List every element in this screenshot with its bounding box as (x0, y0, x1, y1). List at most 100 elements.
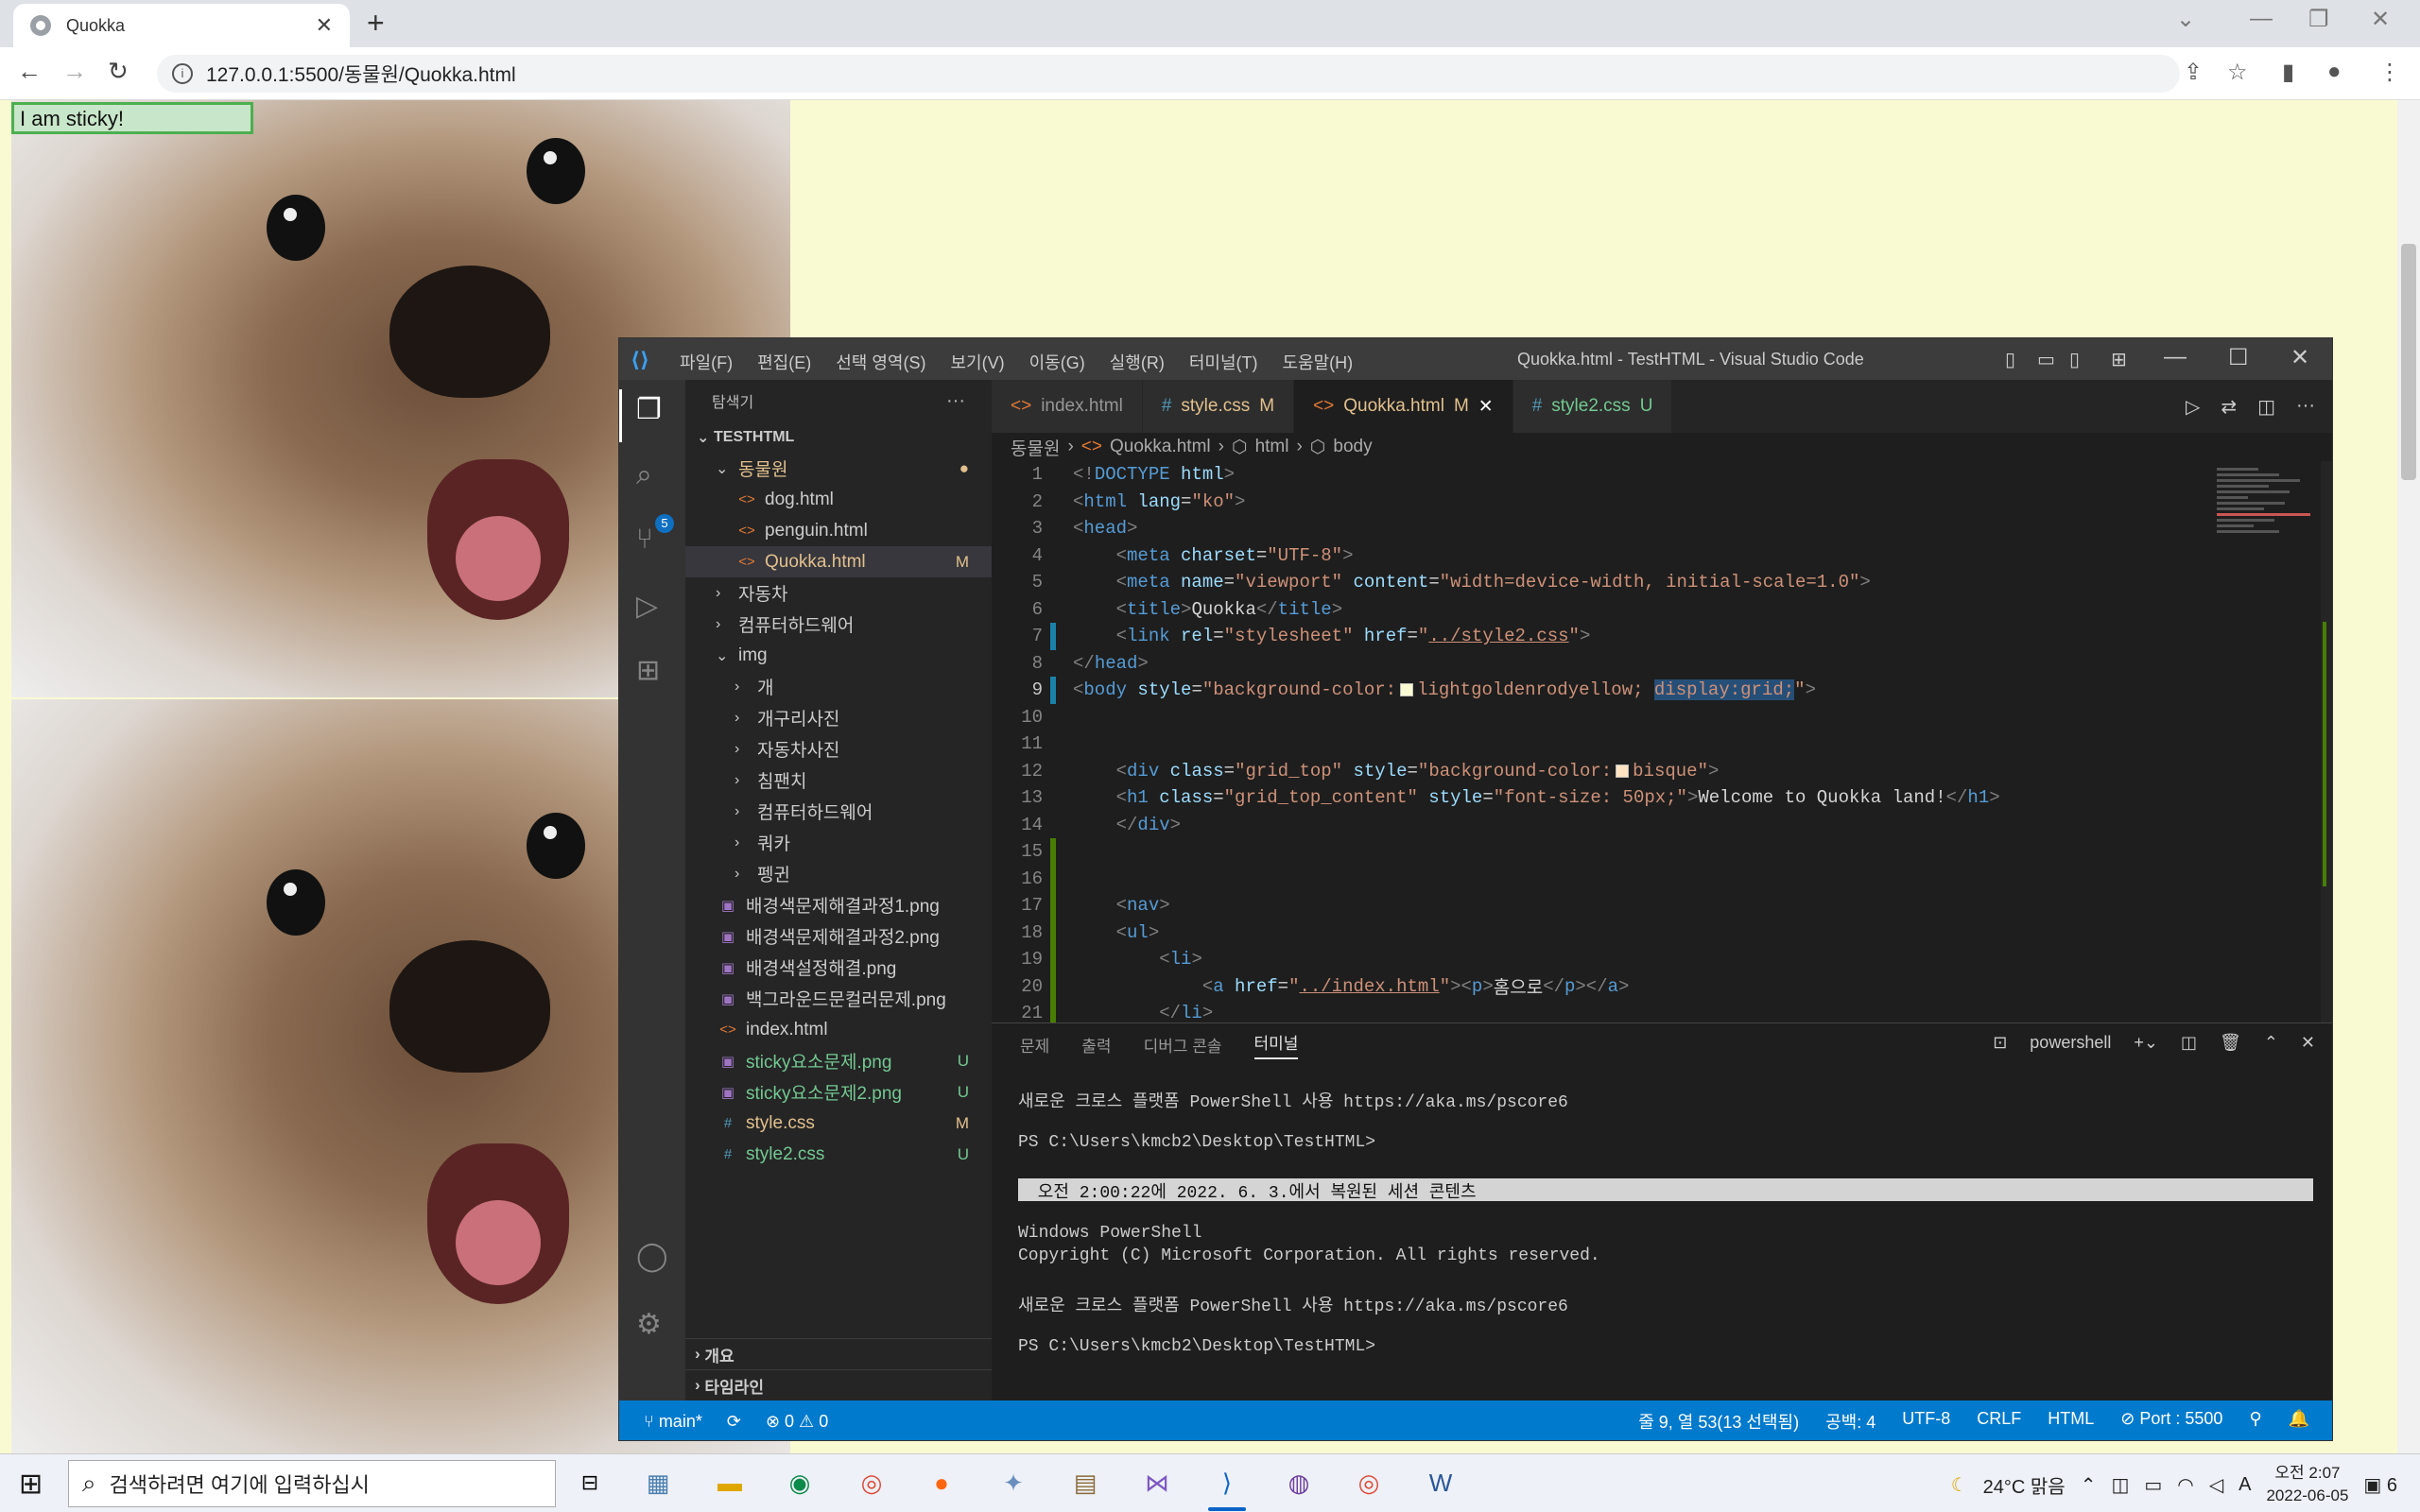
new-tab-button[interactable]: + (367, 6, 385, 41)
page-scrollbar[interactable] (2397, 100, 2420, 1453)
breadcrumb-item[interactable]: Quokka.html (1110, 437, 1211, 457)
tree-item[interactable]: <> index.html (685, 1014, 992, 1045)
tree-item[interactable]: ▣ 배경색설정해결.png (685, 952, 992, 983)
accounts-icon[interactable]: ◯ (636, 1240, 668, 1273)
tree-item[interactable]: # style2.css U (685, 1139, 992, 1170)
timeline-section[interactable]: › 타임라인 (685, 1369, 992, 1400)
vscode-maximize-button[interactable]: ☐ (2228, 344, 2249, 371)
live-server-port[interactable]: ⊘ Port : 5500 (2120, 1409, 2222, 1434)
weather-text[interactable]: 24°C 맑음 (1983, 1471, 2066, 1499)
new-terminal-icon[interactable]: +⌄ (2134, 1033, 2158, 1053)
editor-tab[interactable]: # style.css M (1142, 380, 1295, 433)
app-icon[interactable]: ✦ (994, 1464, 1032, 1502)
source-control-icon[interactable]: ⑂ (636, 524, 653, 556)
back-arrow-icon[interactable]: ← (17, 57, 42, 86)
tree-item[interactable]: ▣ 백그라운드문컬러문제.png (685, 983, 992, 1014)
search-icon[interactable]: ⌕ (636, 459, 652, 491)
tree-item[interactable]: › 쿼카 (685, 827, 992, 858)
language-mode[interactable]: HTML (2048, 1409, 2094, 1434)
app-icon[interactable]: ▦ (639, 1464, 677, 1502)
workspace-root[interactable]: ⌄ TESTHTML (685, 421, 992, 453)
chrome-icon[interactable]: ◎ (853, 1464, 890, 1502)
more-menu-icon[interactable]: ⋮ (2378, 59, 2401, 86)
maximize-panel-icon[interactable]: ⌃ (2264, 1033, 2278, 1053)
editor-tab[interactable]: <> index.html (992, 380, 1143, 433)
editor-scrollbar[interactable] (2321, 461, 2332, 1022)
minimap[interactable] (2217, 465, 2321, 578)
share-icon[interactable]: ⇪ (2184, 59, 2203, 86)
chrome-icon[interactable]: ◎ (1350, 1464, 1388, 1502)
tree-item[interactable]: ⌄ 동물원 ● (685, 453, 992, 484)
split-editor-icon[interactable]: ◫ (2257, 395, 2275, 419)
tree-item[interactable]: › 자동차사진 (685, 733, 992, 765)
problems-indicator[interactable]: ⊗ 0 ⚠ 0 (766, 1412, 828, 1432)
volume-icon[interactable]: ◁ (2209, 1473, 2223, 1497)
line-ending[interactable]: CRLF (1977, 1409, 2021, 1434)
settings-gear-icon[interactable]: ⚙ (636, 1308, 662, 1341)
tab-search-icon[interactable]: ⌄ (2176, 6, 2195, 33)
tree-item[interactable]: <> Quokka.html M (685, 546, 992, 577)
breadcrumb-item[interactable]: html (1255, 437, 1289, 457)
tree-item[interactable]: ▣ 배경색문제해결과정2.png (685, 920, 992, 952)
file-explorer-icon[interactable]: ▬ (711, 1464, 749, 1502)
toggle-sidebar-icon[interactable]: ▯ (2005, 348, 2015, 371)
menu-item[interactable]: 터미널(T) (1189, 350, 1258, 374)
tree-item[interactable]: ▣ 배경색문제해결과정1.png (685, 889, 992, 920)
menu-item[interactable]: 파일(F) (680, 350, 733, 374)
menu-item[interactable]: 보기(V) (950, 350, 1004, 374)
menu-item[interactable]: 이동(G) (1029, 350, 1085, 374)
github-icon[interactable]: ◍ (1280, 1464, 1318, 1502)
restore-button[interactable]: ❐ (2308, 6, 2329, 33)
extensions-icon[interactable]: ⊞ (636, 654, 660, 687)
chevron-up-icon[interactable]: ⌃ (2081, 1473, 2097, 1497)
shell-name[interactable]: powershell (2030, 1033, 2111, 1053)
close-panel-icon[interactable]: ✕ (2301, 1033, 2315, 1053)
toggle-panel-icon[interactable]: ▭ (2037, 348, 2055, 371)
close-window-button[interactable]: ✕ (2371, 6, 2390, 33)
split-terminal-icon[interactable]: ◫ (2181, 1033, 2197, 1053)
tree-item[interactable]: ⌄ img (685, 640, 992, 671)
menu-item[interactable]: 실행(R) (1110, 350, 1165, 374)
forward-arrow-icon[interactable]: → (62, 57, 87, 86)
vscode-minimize-button[interactable]: — (2164, 344, 2187, 370)
minimize-button[interactable]: — (2250, 6, 2273, 32)
customize-layout-icon[interactable]: ⊞ (2111, 348, 2127, 371)
tree-item[interactable]: <> dog.html (685, 484, 992, 515)
menu-item[interactable]: 도움말(H) (1283, 350, 1354, 374)
app-icon[interactable]: ▤ (1066, 1464, 1104, 1502)
tree-item[interactable]: › 컴퓨터하드웨어 (685, 796, 992, 827)
trash-icon[interactable]: 🗑 (2220, 1033, 2241, 1053)
battery-icon[interactable]: ▭ (2144, 1473, 2162, 1497)
notification-icon[interactable]: ▣ 6 (2363, 1473, 2397, 1497)
panel-tab[interactable]: 디버그 콘솔 (1144, 1033, 1222, 1057)
ime-indicator[interactable]: A (2238, 1474, 2251, 1496)
feedback-icon[interactable]: ⚲ (2249, 1409, 2261, 1434)
more-actions-icon[interactable]: ··· (2296, 395, 2315, 419)
visual-studio-icon[interactable]: ⋈ (1138, 1464, 1176, 1502)
close-tab-icon[interactable]: ✕ (316, 13, 333, 38)
breadcrumb-item[interactable]: 동물원 (1011, 435, 1060, 460)
more-actions-icon[interactable]: ··· (946, 390, 965, 412)
vscode-close-button[interactable]: ✕ (2290, 344, 2309, 371)
tree-item[interactable]: › 자동차 (685, 577, 992, 609)
reload-icon[interactable]: ↻ (108, 57, 129, 86)
encoding[interactable]: UTF-8 (1902, 1409, 1950, 1434)
wifi-icon[interactable]: ◠ (2177, 1473, 2193, 1497)
task-view-icon[interactable]: ⊟ (571, 1464, 609, 1502)
address-bar[interactable]: i 127.0.0.1:5500/동물원/Quokka.html (157, 55, 2180, 93)
menu-item[interactable]: 편집(E) (757, 350, 811, 374)
indentation[interactable]: 공백: 4 (1825, 1409, 1876, 1434)
branch-indicator[interactable]: ⑂ main* (644, 1412, 702, 1432)
bookmark-star-icon[interactable]: ☆ (2227, 59, 2248, 86)
explorer-icon[interactable]: ❐ (636, 393, 662, 426)
tree-item[interactable]: › 개구리사진 (685, 702, 992, 733)
edge-icon[interactable]: ◉ (781, 1464, 819, 1502)
taskbar-search[interactable]: ⌕ 검색하려면 여기에 입력하십시 (68, 1460, 556, 1507)
code-editor[interactable]: 1 <! DOCTYPE html > 2 < html lang = "ko" > 3 < hea… (992, 461, 2296, 1054)
tree-item[interactable]: ▣ sticky요소문제2.png U (685, 1076, 992, 1108)
bell-icon[interactable]: 🔔 (2289, 1409, 2309, 1434)
word-icon[interactable]: W (1422, 1464, 1460, 1502)
tree-item[interactable]: <> penguin.html (685, 515, 992, 546)
menu-item[interactable]: 선택 영역(S) (836, 350, 925, 374)
vscode-icon[interactable]: ⟩ (1208, 1464, 1246, 1502)
